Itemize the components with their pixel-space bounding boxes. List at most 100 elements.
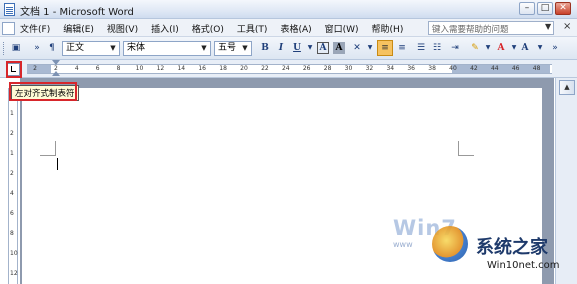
italic-button[interactable]: I bbox=[274, 41, 288, 55]
enlarge-font-icon[interactable]: A bbox=[518, 41, 532, 55]
menu-tools[interactable]: 工具(T) bbox=[237, 22, 268, 35]
align-left-icon: ≡ bbox=[381, 43, 389, 53]
ruler-number: 36 bbox=[407, 65, 416, 72]
crop-mark-tr-v bbox=[458, 141, 459, 156]
toolbar-grip[interactable] bbox=[3, 42, 6, 55]
formatting-toolbar: ▣ » ¶ 正文 ▼ 宋体 ▼ 五号 ▼ B I U ▼ A A ✕ ▼ ≡ ≡… bbox=[0, 37, 577, 60]
chevron-down-icon: ▼ bbox=[242, 44, 248, 52]
toolbar-options-icon[interactable]: » bbox=[30, 41, 44, 55]
ruler-number: 34 bbox=[386, 65, 395, 72]
close-button[interactable]: ✕ bbox=[555, 2, 571, 15]
ruler-number: 48 bbox=[532, 65, 541, 72]
char-border-button[interactable]: A bbox=[317, 42, 329, 54]
scroll-up-button[interactable]: ▲ bbox=[559, 80, 575, 95]
crop-mark-tl-h bbox=[40, 155, 56, 156]
ruler-number: 12 bbox=[156, 65, 165, 72]
font-size-select[interactable]: 五号 ▼ bbox=[214, 41, 252, 56]
ruler-number: 16 bbox=[198, 65, 207, 72]
menu-format[interactable]: 格式(O) bbox=[192, 22, 224, 35]
ruler-number: 6 bbox=[95, 65, 100, 72]
vruler-number: 6 bbox=[10, 210, 14, 217]
underline-button[interactable]: U bbox=[290, 41, 304, 55]
vertical-scrollbar[interactable]: ▲ bbox=[555, 78, 577, 284]
font-value: 宋体 bbox=[127, 43, 146, 53]
ruler-number: 4 bbox=[74, 65, 79, 72]
vruler-number: 2 bbox=[10, 130, 14, 137]
ruler-number: 46 bbox=[511, 65, 520, 72]
tab-selector-highlight bbox=[6, 61, 22, 78]
font-color-button[interactable]: A bbox=[494, 41, 508, 55]
vruler-number: 8 bbox=[10, 230, 14, 237]
ruler-number: 30 bbox=[344, 65, 353, 72]
document-menu-icon[interactable] bbox=[2, 22, 15, 35]
ruler-number: 32 bbox=[365, 65, 374, 72]
ruler-number: 22 bbox=[261, 65, 269, 72]
phonetic-guide-icon[interactable]: ✕ bbox=[350, 41, 364, 55]
menu-file[interactable]: 文件(F) bbox=[20, 22, 50, 35]
menu-edit[interactable]: 编辑(E) bbox=[63, 22, 94, 35]
ruler-number: 10 bbox=[135, 65, 144, 72]
ruler-number: 28 bbox=[323, 65, 332, 72]
crop-mark-tl-v bbox=[55, 141, 56, 156]
vruler-number: 1 bbox=[10, 110, 14, 117]
font-size-value: 五号 bbox=[218, 43, 237, 53]
word-document-icon[interactable] bbox=[4, 3, 15, 16]
ruler-number: 38 bbox=[428, 65, 436, 72]
styles-pane-icon[interactable]: ¶ bbox=[45, 41, 59, 55]
vruler-number: 10 bbox=[10, 250, 18, 257]
ruler-number: 20 bbox=[240, 65, 248, 72]
font-select[interactable]: 宋体 ▼ bbox=[123, 41, 211, 56]
font-dropdown-icon[interactable]: ▼ bbox=[533, 41, 547, 55]
underline-dropdown-icon[interactable]: ▼ bbox=[303, 41, 317, 55]
left-margin-area bbox=[27, 65, 51, 73]
highlight-icon[interactable]: ✎ bbox=[468, 41, 482, 55]
ruler-number: 14 bbox=[177, 65, 186, 72]
ruler-number: 18 bbox=[219, 65, 227, 72]
menu-table[interactable]: 表格(A) bbox=[280, 22, 311, 35]
ruler-number: 24 bbox=[281, 65, 290, 72]
watermark-url: Win10net.com bbox=[487, 260, 560, 271]
tooltip-highlight bbox=[9, 82, 77, 101]
crop-mark-tr-h bbox=[458, 155, 474, 156]
style-value: 正文 bbox=[66, 43, 85, 53]
style-select[interactable]: 正文 ▼ bbox=[62, 41, 120, 56]
minimize-button[interactable]: – bbox=[519, 2, 535, 15]
vruler-number: 4 bbox=[10, 190, 14, 197]
bullets-icon[interactable]: ☷ bbox=[430, 41, 444, 55]
text-cursor bbox=[57, 158, 58, 170]
align-left-button[interactable]: ≡ bbox=[377, 40, 393, 56]
indent-marker[interactable] bbox=[52, 60, 60, 78]
window-title: 文档 1 - Microsoft Word bbox=[20, 7, 134, 18]
save-icon[interactable]: ▣ bbox=[9, 41, 23, 55]
vruler-number: 1 bbox=[10, 150, 14, 157]
bold-button[interactable]: B bbox=[258, 41, 272, 55]
maximize-button[interactable]: □ bbox=[537, 2, 553, 15]
menu-items: 文件(F) 编辑(E) 视图(V) 插入(I) 格式(O) 工具(T) 表格(A… bbox=[20, 22, 403, 35]
help-search-input[interactable]: 键入需要帮助的问题 bbox=[428, 21, 554, 35]
help-dropdown-icon[interactable]: ▼ bbox=[545, 22, 551, 31]
indent-icon[interactable]: ⇥ bbox=[448, 41, 462, 55]
menu-insert[interactable]: 插入(I) bbox=[151, 22, 179, 35]
toolbar-overflow-icon[interactable]: » bbox=[548, 41, 562, 55]
char-shading-button[interactable]: A bbox=[333, 42, 345, 54]
vruler-number: 12 bbox=[10, 270, 18, 277]
ruler-number: 40 bbox=[449, 65, 457, 72]
horizontal-ruler[interactable]: 2 2 4 6 8 10 12 14 16 18 20 22 24 26 28 30 32 34 36 38 40 42 4… bbox=[27, 64, 552, 74]
ruler-number: 26 bbox=[302, 65, 311, 72]
vertical-ruler[interactable]: 1 2 1 2 4 6 8 10 12 bbox=[8, 88, 18, 284]
title-bar: 文档 1 - Microsoft Word – □ ✕ bbox=[0, 0, 577, 19]
ruler-number: 2 bbox=[33, 65, 37, 72]
menu-help[interactable]: 帮助(H) bbox=[372, 22, 404, 35]
highlight-dropdown-icon[interactable]: ▼ bbox=[481, 41, 495, 55]
menu-view[interactable]: 视图(V) bbox=[107, 22, 138, 35]
numbering-icon[interactable]: ☰ bbox=[414, 41, 428, 55]
menu-bar: 文件(F) 编辑(E) 视图(V) 插入(I) 格式(O) 工具(T) 表格(A… bbox=[0, 19, 577, 37]
phonetic-dropdown-icon[interactable]: ▼ bbox=[363, 41, 377, 55]
document-close-button[interactable]: × bbox=[563, 21, 571, 32]
horizontal-ruler-bar: 2 2 4 6 8 10 12 14 16 18 20 22 24 26 28 30 32 34 36 38 40 42 4… bbox=[0, 60, 577, 78]
ruler-number: 8 bbox=[116, 65, 121, 72]
justify-icon[interactable]: ≡ bbox=[395, 41, 409, 55]
chevron-down-icon: ▼ bbox=[201, 44, 207, 52]
menu-window[interactable]: 窗口(W) bbox=[325, 22, 359, 35]
watermark-www: www bbox=[393, 240, 413, 249]
